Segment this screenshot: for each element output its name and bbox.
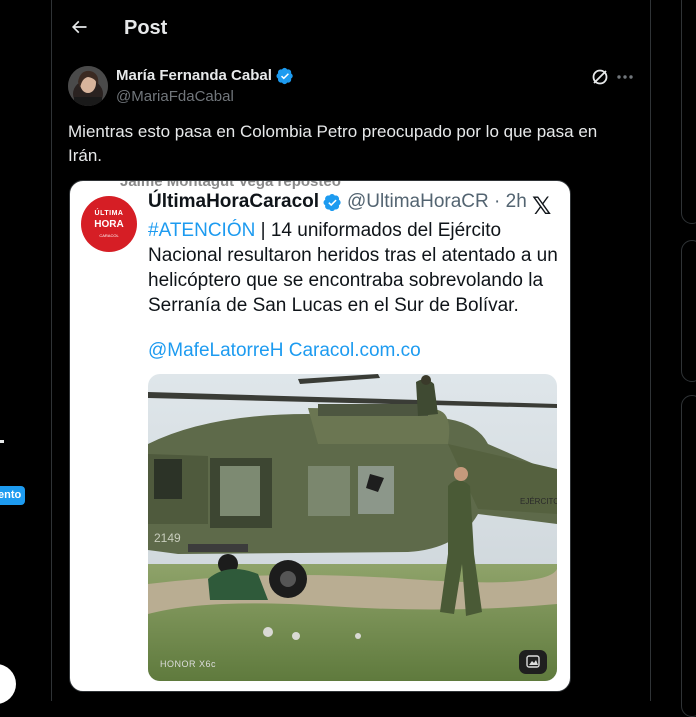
photo-watermark: HONOR X6c [160,659,217,669]
author-name[interactable]: María Fernanda Cabal [116,67,272,84]
embedded-verified-icon [323,193,341,212]
embedded-handle-time: @UltimaHoraCR · 2h [347,191,527,212]
image-edit-icon [526,655,540,668]
right-panel-card [681,240,696,382]
embedded-post-text: #ATENCIÓN | 14 uniformados del Ejército … [148,218,558,318]
photo-edit-button [519,650,547,674]
right-panel-card [681,395,696,717]
main-column: Post María Fernanda Cabal @MariaFdaCabal… [52,0,651,701]
right-sidebar [651,0,696,717]
embedded-links: @MafeLatorreH Caracol.com.co [148,340,421,361]
sidebar-dot [0,440,4,443]
author-avatar[interactable] [68,66,108,106]
embedded-hashtag: #ATENCIÓN [148,220,256,241]
author-handle[interactable]: @MariaFdaCabal [116,88,234,105]
top-bar: Post [52,0,650,53]
page-title: Post [124,17,168,39]
more-options-icon[interactable] [614,66,636,88]
embedded-repost-header: Jaime Montagut Vega reposteó [120,180,341,190]
back-button[interactable] [62,10,96,44]
logo-line3: CARACOL [99,233,119,238]
post-media-image[interactable]: Jaime Montagut Vega reposteó ÚLTIMA HORA… [69,180,571,692]
logo-line2: HORA [94,219,124,230]
account-avatar[interactable] [0,664,16,704]
arrow-left-icon [71,20,87,34]
post-text: Mientras esto pasa en Colombia Petro pre… [68,122,598,165]
right-panel-card [681,0,696,224]
logo-line1: ÚLTIMA [94,210,124,217]
heli-number: 2149 [154,531,181,545]
heli-label: EJÉRCITO [520,497,557,506]
helicopter-photo: 2149 EJÉRCITO HONOR X6c [148,374,557,681]
embedded-author-name: ÚltimaHoraCaracol [148,191,320,212]
sidebar-badge[interactable]: ento [0,486,26,505]
grok-icon[interactable] [589,66,611,88]
left-sidebar: ento [0,0,52,704]
x-logo-icon: 𝕏 [532,193,552,220]
ultimahora-logo: ÚLTIMA HORA CARACOL [81,196,137,252]
verified-badge-icon [276,67,293,85]
